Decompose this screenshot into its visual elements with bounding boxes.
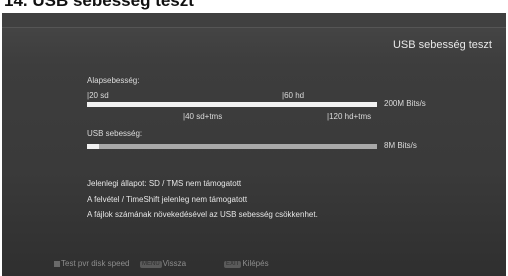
tick-40-sd-tms: |40 sd+tms [183,112,223,121]
exit-label: Kilépés [242,259,269,268]
tick-120-hd-tms: |120 hd+tms [327,112,372,121]
usb-speed-label: USB sebesség: [87,129,143,138]
base-speed-label: Alapsebesség: [87,76,140,85]
status-line-3: A fájlok számának növekedésével az USB s… [87,210,318,219]
screen-title: USB sebesség teszt [392,39,492,51]
base-speed-bar-fill [87,102,377,107]
status-line-1: Jelenlegi állapot: SD / TMS nem támogato… [87,179,242,188]
footer-test-item[interactable]: Test pvr disk speed [54,259,129,269]
status-line-2: A felvétel / TimeShift jelenleg nem támo… [87,195,248,204]
tick-60-hd: |60 hd [282,91,305,100]
footer-exit-item[interactable]: EXIT Kilépés [224,259,269,269]
top-band [2,13,506,28]
document-section-heading: 14. USB sebesség teszt [4,0,194,10]
base-speed-value: 200M Bits/s [384,99,426,108]
back-label: Vissza [162,259,187,268]
base-speed-bar [87,102,377,107]
menu-key-icon: MENU [140,261,162,268]
square-icon [54,261,60,267]
usb-speed-value: 8M Bits/s [384,141,417,150]
usb-speed-bar [87,144,377,149]
exit-key-icon: EXIT [224,261,242,268]
tick-20-sd: |20 sd [87,91,109,100]
tv-screen: USB sebesség teszt Alapsebesség: |20 sd … [2,13,506,276]
footer-menu-item[interactable]: MENU Vissza [140,259,186,269]
usb-speed-bar-fill [87,144,99,149]
test-pvr-label: Test pvr disk speed [61,259,130,268]
